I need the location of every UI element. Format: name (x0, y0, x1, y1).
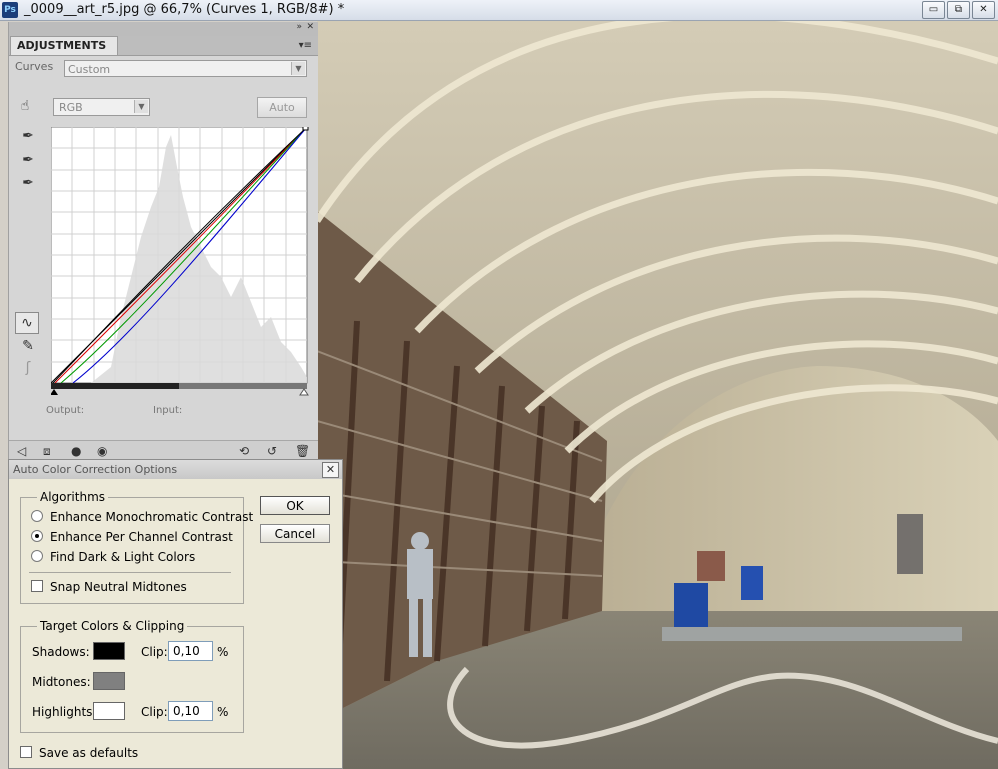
dialog-title-text: Auto Color Correction Options (13, 463, 178, 476)
panel-menu-icon[interactable]: ▾≡ (299, 40, 312, 51)
channel-dropdown[interactable]: RGB ▼ (53, 98, 150, 116)
curves-graph[interactable] (51, 127, 311, 397)
gray-point-eyedropper-icon[interactable]: ✒ (17, 150, 39, 170)
percent-label: % (217, 705, 229, 719)
midtones-swatch[interactable] (93, 672, 125, 690)
eye-icon[interactable]: ◉ (97, 444, 107, 458)
chevron-down-icon: ▼ (134, 100, 148, 113)
minimize-button[interactable]: ▭ (922, 1, 945, 19)
dialog-close-button[interactable]: ✕ (322, 462, 339, 478)
view-previous-icon[interactable]: ⟲ (239, 444, 249, 458)
midtones-label: Midtones: (32, 675, 91, 689)
layer-visibility-icon[interactable]: ● (71, 444, 81, 458)
auto-button[interactable]: Auto (257, 97, 307, 118)
option-label: Enhance Per Channel Contrast (50, 530, 233, 544)
radio-monochromatic[interactable] (31, 510, 43, 522)
title-bar: Ps _0009__art_r5.jpg @ 66,7% (Curves 1, … (0, 0, 998, 21)
algorithms-legend: Algorithms (37, 490, 109, 504)
highlights-clip-label: Clip: (141, 705, 168, 719)
panel-header-bar: » ✕ (9, 22, 318, 36)
tab-adjustments[interactable]: ADJUSTMENTS (10, 36, 118, 55)
collapse-icon[interactable]: » (296, 22, 302, 32)
document-canvas[interactable] (317, 21, 998, 769)
target-legend: Target Colors & Clipping (37, 619, 188, 633)
option-label: Find Dark & Light Colors (50, 550, 196, 564)
snap-checkbox[interactable] (31, 580, 43, 592)
shadows-clip-label: Clip: (141, 645, 168, 659)
output-label: Output: (46, 405, 85, 416)
auto-color-correction-dialog: Auto Color Correction Options ✕ Algorith… (8, 459, 343, 769)
option-monochromatic[interactable]: Enhance Monochromatic Contrast (31, 510, 253, 524)
shadows-swatch[interactable] (93, 642, 125, 660)
option-label: Enhance Monochromatic Contrast (50, 510, 254, 524)
snap-label: Snap Neutral Midtones (50, 580, 187, 594)
cancel-button[interactable]: Cancel (260, 524, 330, 543)
target-colors-group: Target Colors & Clipping Shadows: Clip: … (20, 619, 244, 733)
highlights-swatch[interactable] (93, 702, 125, 720)
save-defaults-label: Save as defaults (39, 746, 139, 760)
highlights-label: Highlights: (32, 705, 97, 719)
ok-button[interactable]: OK (260, 496, 330, 515)
highlights-clip-input[interactable]: 0,10 (168, 701, 213, 721)
back-arrow-icon[interactable]: ◁ (17, 444, 26, 458)
white-point-eyedropper-icon[interactable]: ✒ (17, 173, 39, 193)
black-point-slider (51, 389, 58, 395)
option-per-channel[interactable]: Enhance Per Channel Contrast (31, 530, 233, 544)
trash-icon[interactable]: 🗑 (295, 444, 310, 458)
save-as-defaults[interactable]: Save as defaults (20, 746, 138, 760)
dialog-title: Auto Color Correction Options (9, 460, 342, 479)
shadows-label: Shadows: (32, 645, 90, 659)
close-window-button[interactable]: ✕ (972, 1, 995, 19)
clip-layer-icon[interactable]: ⧈ (43, 444, 51, 459)
channel-value: RGB (59, 101, 83, 114)
photoshop-app-icon: Ps (2, 2, 18, 18)
preset-value: Custom (68, 63, 111, 76)
curves-label: Curves (15, 60, 54, 73)
radio-per-channel[interactable] (31, 530, 43, 542)
radio-dark-light[interactable] (31, 550, 43, 562)
snap-neutral-midtones[interactable]: Snap Neutral Midtones (31, 580, 187, 594)
percent-label: % (217, 645, 229, 659)
save-defaults-checkbox[interactable] (20, 746, 32, 758)
curve-point-tool-icon[interactable]: ∿ (15, 312, 39, 334)
hangar-photo (317, 21, 998, 769)
preset-dropdown[interactable]: Custom ▼ (64, 60, 307, 77)
divider (29, 572, 231, 573)
pencil-draw-icon[interactable]: ✎ (17, 336, 39, 356)
algorithms-group: Algorithms Enhance Monochromatic Contras… (20, 490, 253, 604)
on-image-adjust-icon[interactable]: ☝ (14, 96, 36, 116)
chevron-down-icon: ▼ (291, 62, 305, 75)
panel-close-icon[interactable]: ✕ (306, 22, 314, 32)
document-title: _0009__art_r5.jpg @ 66,7% (Curves 1, RGB… (24, 2, 345, 17)
white-point-slider (299, 388, 309, 396)
shadows-clip-input[interactable]: 0,10 (168, 641, 213, 661)
adjustments-panel: » ✕ ADJUSTMENTS ▾≡ Curves Custom ▼ ☝ RGB… (8, 22, 318, 463)
white-point-handle (302, 127, 309, 131)
reset-icon[interactable]: ↺ (267, 444, 277, 458)
smooth-curve-icon[interactable]: ʃ (17, 358, 39, 378)
restore-button[interactable]: ⧉ (947, 1, 970, 19)
input-label: Input: (153, 405, 183, 416)
black-point-eyedropper-icon[interactable]: ✒ (17, 126, 39, 146)
option-dark-light[interactable]: Find Dark & Light Colors (31, 550, 195, 564)
